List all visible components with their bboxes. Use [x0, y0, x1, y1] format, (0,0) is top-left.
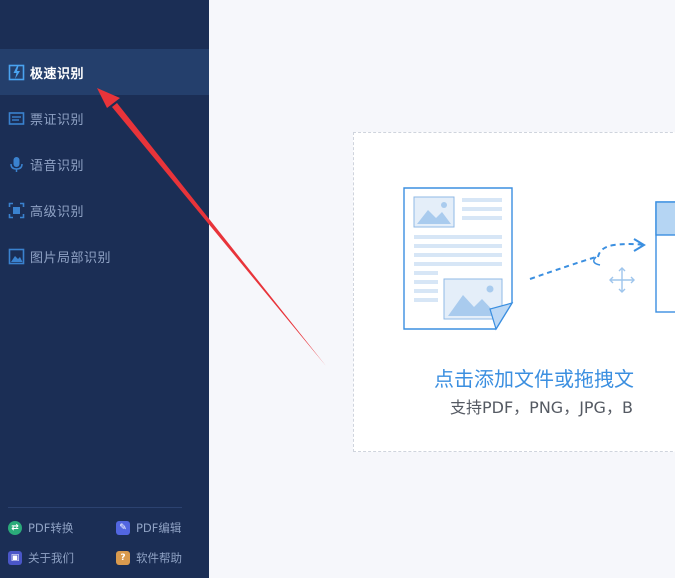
sidebar-item-label: 极速识别	[30, 66, 85, 82]
move-icon	[609, 267, 635, 293]
sidebar-item-fast-recognize[interactable]: 极速识别	[0, 49, 209, 95]
pdf-edit-icon: ✎	[116, 521, 130, 535]
sidebar-item-label: 语音识别	[30, 158, 85, 174]
microphone-icon	[8, 156, 25, 173]
sidebar-item-advanced-recognize[interactable]: 高级识别	[0, 187, 209, 233]
ticket-icon	[8, 110, 25, 127]
software-help-label: 软件帮助	[136, 551, 182, 565]
software-help-button[interactable]: ? 软件帮助	[116, 550, 182, 566]
drop-subtitle: 支持PDF，PNG，JPG，B	[450, 398, 633, 417]
help-icon: ?	[116, 551, 130, 565]
pdf-convert-label: PDF转换	[28, 521, 74, 535]
about-icon: ▣	[8, 551, 22, 565]
upload-illustration	[403, 187, 675, 331]
about-us-button[interactable]: ▣ 关于我们	[8, 550, 74, 566]
sidebar-item-label: 图片局部识别	[30, 250, 112, 266]
sidebar-item-label: 票证识别	[30, 112, 85, 128]
pdf-edit-button[interactable]: ✎ PDF编辑	[116, 520, 181, 536]
pdf-convert-icon: ⇄	[8, 521, 22, 535]
document-icon	[403, 187, 514, 331]
sidebar-item-ticket-recognize[interactable]: 票证识别	[0, 95, 209, 141]
sidebar-item-label: 高级识别	[30, 204, 85, 220]
pdf-convert-button[interactable]: ⇄ PDF转换	[8, 520, 73, 536]
sidebar-item-image-partial-recognize[interactable]: 图片局部识别	[0, 233, 209, 279]
scan-frame-icon	[8, 202, 25, 219]
sidebar-item-voice-recognize[interactable]: 语音识别	[0, 141, 209, 187]
about-us-label: 关于我们	[28, 551, 74, 565]
drop-title: 点击添加文件或拖拽文	[434, 367, 634, 391]
fast-recognize-icon	[8, 64, 25, 81]
image-crop-icon	[8, 248, 25, 265]
sidebar: 极速识别 票证识别 语音识别 高级识别 图片局部识别 ⇄ PDF转换 ✎ PDF…	[0, 0, 209, 578]
sidebar-divider	[8, 507, 182, 508]
target-window-icon	[655, 201, 675, 313]
pdf-edit-label: PDF编辑	[136, 521, 182, 535]
drag-arrow-icon	[529, 238, 646, 280]
